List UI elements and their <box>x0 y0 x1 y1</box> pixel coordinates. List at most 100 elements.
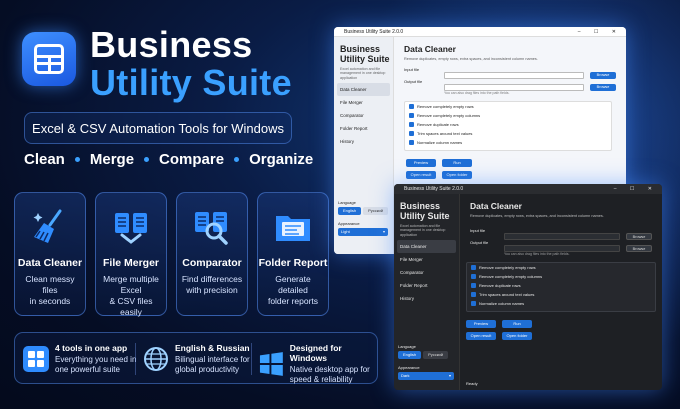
browse-input-button[interactable]: Browse <box>590 72 616 79</box>
card-title: File Merger <box>102 257 160 269</box>
browse-output-button[interactable]: Browse <box>626 245 652 252</box>
option-trim-spaces[interactable]: Trim spaces around text values <box>405 129 611 138</box>
option-empty-rows[interactable]: Remove completely empty rows <box>405 102 611 111</box>
windows-icon <box>259 352 283 376</box>
checkbox-checked-icon <box>471 283 476 288</box>
checkbox-checked-icon <box>471 274 476 279</box>
nav-history[interactable]: History <box>394 292 459 305</box>
input-file-field[interactable] <box>444 72 584 79</box>
bullet-dot <box>74 157 80 162</box>
preview-button[interactable]: Preview <box>466 320 496 328</box>
language-label: Language <box>338 200 356 205</box>
compare-magnifier-icon <box>195 212 228 245</box>
option-normalize[interactable]: Normalize column names <box>467 299 655 308</box>
grid-icon <box>23 346 49 372</box>
nav-comparator[interactable]: Comparator <box>334 109 393 122</box>
feature-title: Designed for Windows <box>289 343 342 363</box>
card-desc: Clean messy files in seconds <box>25 274 75 306</box>
nav-folder-report[interactable]: Folder Report <box>334 122 393 135</box>
card-folder-report: Folder Report Generate detailed folder re… <box>257 192 329 316</box>
feature-desc: Native desktop app for speed & reliabilit… <box>289 365 370 384</box>
main-title: Data Cleaner <box>404 44 456 54</box>
checkbox-checked-icon <box>409 140 414 145</box>
sidebar-title: Business Utility Suite <box>400 201 450 221</box>
run-button[interactable]: Run <box>442 159 472 167</box>
nav-comparator[interactable]: Comparator <box>394 266 459 279</box>
card-title: Folder Report <box>258 257 328 269</box>
option-normalize[interactable]: Normalize column names <box>405 138 611 147</box>
appearance-select[interactable]: Light ▾ <box>338 228 388 236</box>
option-duplicates[interactable]: Remove duplicate rows <box>405 120 611 129</box>
feature-languages: English & Russian Bilingual interface fo… <box>143 343 250 375</box>
output-file-field[interactable] <box>504 245 620 252</box>
window-controls[interactable]: – ☐ ✕ <box>578 27 622 37</box>
output-file-field[interactable] <box>444 84 584 91</box>
window-title: Business Utility Suite 2.0.0 <box>404 186 464 192</box>
app-logo-icon <box>22 32 76 86</box>
subtitle-banner: Excel & CSV Automation Tools for Windows <box>24 112 292 144</box>
features-strip: 4 tools in one app Everything you need i… <box>14 332 378 384</box>
option-empty-rows[interactable]: Remove completely empty rows <box>467 263 655 272</box>
options-box: Remove completely empty rows Remove comp… <box>466 262 656 312</box>
sidebar-title: Business Utility Suite <box>340 44 390 64</box>
checkbox-checked-icon <box>471 301 476 306</box>
checkbox-checked-icon <box>471 265 476 270</box>
option-empty-columns[interactable]: Remove completely empty columns <box>405 111 611 120</box>
input-file-row: Input file Browse <box>470 228 652 240</box>
feature-desc: Everything you need in one powerful suite <box>55 355 137 374</box>
checkbox-checked-icon <box>471 292 476 297</box>
action-merge: Merge <box>89 151 135 168</box>
title-line-2: Utility Suite <box>90 62 292 103</box>
options-box: Remove completely empty rows Remove comp… <box>404 101 612 151</box>
language-label: Language <box>398 344 416 349</box>
preview-button[interactable]: Preview <box>406 159 436 167</box>
window-controls[interactable]: – ☐ ✕ <box>614 184 658 194</box>
feature-windows: Designed for Windows Native desktop app … <box>259 343 377 385</box>
sidebar-desc: Excel automation and file management in … <box>340 67 386 80</box>
card-desc: Generate detailed folder reports <box>267 274 319 306</box>
input-file-row: Input file Browse <box>404 67 616 79</box>
open-result-button[interactable]: Open result <box>466 332 496 340</box>
option-empty-columns[interactable]: Remove completely empty columns <box>467 272 655 281</box>
drag-hint: You can also drag files into the path fi… <box>504 252 570 256</box>
appearance-select[interactable]: Dark ▾ <box>398 372 454 380</box>
run-button[interactable]: Run <box>502 320 532 328</box>
open-folder-button[interactable]: Open folder <box>442 171 472 179</box>
browse-input-button[interactable]: Browse <box>626 233 652 240</box>
action-words: Clean Merge Compare Organize <box>24 151 313 168</box>
main-desc: Remove duplicates, empty rows, extra spa… <box>470 214 604 218</box>
bullet-dot <box>144 157 150 162</box>
bullet-dot <box>234 157 240 162</box>
sidebar-desc: Excel automation and file management in … <box>400 224 446 237</box>
feature-tools: 4 tools in one app Everything you need i… <box>23 343 136 375</box>
lang-russian[interactable]: Русский <box>363 207 388 215</box>
status-text: Ready <box>466 381 478 386</box>
open-folder-button[interactable]: Open folder <box>502 332 532 340</box>
output-file-row: Output file Browse <box>404 79 616 91</box>
output-file-label: Output file <box>470 240 489 245</box>
nav-history[interactable]: History <box>334 135 393 148</box>
folder-icon <box>276 216 310 241</box>
main-desc: Remove duplicates, empty rows, extra spa… <box>404 57 538 61</box>
input-file-field[interactable] <box>504 233 620 240</box>
option-trim-spaces[interactable]: Trim spaces around text values <box>467 290 655 299</box>
lang-russian[interactable]: Русский <box>423 351 448 359</box>
nav-file-merger[interactable]: File Merger <box>334 96 393 109</box>
main-title: Data Cleaner <box>470 201 522 211</box>
output-file-row: Output file Browse <box>470 240 652 252</box>
main-panel: Data Cleaner Remove duplicates, empty ro… <box>460 194 662 390</box>
nav-folder-report[interactable]: Folder Report <box>394 279 459 292</box>
lang-english[interactable]: English <box>398 351 422 359</box>
broom-icon <box>33 209 62 243</box>
action-organize: Organize <box>249 151 314 168</box>
lang-english[interactable]: English <box>338 207 362 215</box>
option-duplicates[interactable]: Remove duplicate rows <box>467 281 655 290</box>
language-toggle: English Русский <box>398 351 448 359</box>
nav-data-cleaner[interactable]: Data Cleaner <box>337 83 390 97</box>
open-result-button[interactable]: Open result <box>406 171 436 179</box>
browse-output-button[interactable]: Browse <box>590 84 616 91</box>
nav-file-merger[interactable]: File Merger <box>394 253 459 266</box>
nav-data-cleaner[interactable]: Data Cleaner <box>397 240 456 254</box>
window-title: Business Utility Suite 2.0.0 <box>344 29 404 35</box>
feature-desc: Bilingual interface for global productivi… <box>175 355 250 374</box>
